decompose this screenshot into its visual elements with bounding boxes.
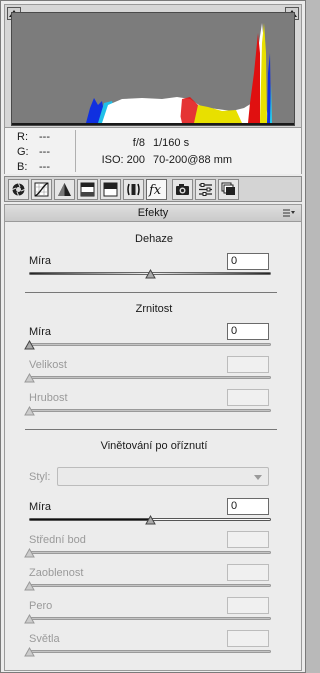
vignette-style-select[interactable] — [57, 467, 269, 486]
histogram-area — [4, 4, 302, 128]
basic-icon[interactable] — [8, 179, 29, 200]
histogram-chart — [11, 12, 295, 126]
snapshots-icon[interactable] — [218, 179, 239, 200]
info-divider — [75, 130, 76, 172]
b-value: --- — [39, 161, 50, 173]
grain-roughness-slider-thumb[interactable] — [24, 406, 35, 416]
r-value: --- — [39, 131, 50, 143]
vignette-midpoint-slider-thumb[interactable] — [24, 548, 35, 558]
vignette-roundness-label: Zaoblenost — [29, 567, 84, 579]
vignette-amount-slider-thumb[interactable] — [145, 515, 156, 525]
dehaze-amount-label: Míra — [29, 255, 51, 267]
vignette-highlights-slider-track[interactable] — [29, 650, 271, 653]
vignette-midpoint-field[interactable] — [227, 531, 269, 548]
g-label: G: — [17, 146, 29, 158]
grain-amount-label: Míra — [29, 326, 51, 338]
vignette-roundness-field[interactable] — [227, 564, 269, 581]
split-toning-icon[interactable] — [100, 179, 121, 200]
lens: 70-200@88 mm — [153, 154, 233, 166]
r-label: R: — [17, 131, 28, 143]
vignette-roundness-slider-track[interactable] — [29, 584, 271, 587]
vignette-amount-label: Míra — [29, 501, 51, 513]
dehaze-slider-thumb[interactable] — [145, 269, 156, 279]
histogram-graph — [12, 23, 294, 125]
panel-menu-icon[interactable] — [283, 209, 295, 217]
section-divider — [25, 429, 277, 430]
grain-size-field[interactable] — [227, 356, 269, 373]
aperture: f/8 — [132, 137, 145, 149]
vignette-highlights-slider-thumb[interactable] — [24, 647, 35, 657]
vignette-feather-field[interactable] — [227, 597, 269, 614]
grain-roughness-slider-track[interactable] — [29, 409, 271, 412]
vignette-feather-slider-thumb[interactable] — [24, 614, 35, 624]
grain-roughness-label: Hrubost — [29, 392, 68, 404]
vignette-amount-field[interactable]: 0 — [227, 498, 269, 515]
rgb-readout: R: --- G: --- B: --- — [17, 130, 61, 175]
grain-size-label: Velikost — [29, 359, 67, 371]
vignette-feather-slider-track[interactable] — [29, 617, 271, 620]
hsl-icon[interactable] — [77, 179, 98, 200]
vignette-midpoint-label: Střední bod — [29, 534, 86, 546]
g-value: --- — [39, 146, 50, 158]
vignette-highlights-field[interactable] — [227, 630, 269, 647]
detail-icon[interactable] — [54, 179, 75, 200]
vignette-style-label: Styl: — [29, 471, 51, 483]
effects-panel: Dehaze Míra 0 Zrnitost Míra 0 Velikost H… — [4, 222, 302, 671]
vignette-midpoint-slider-track[interactable] — [29, 551, 271, 554]
vignette-roundness-slider-thumb[interactable] — [24, 581, 35, 591]
vignette-highlights-label: Světla — [29, 633, 60, 645]
section-divider — [25, 292, 277, 293]
exif-info: f/8 1/160 s ISO: 200 70-200@88 mm — [97, 135, 232, 169]
presets-icon[interactable] — [195, 179, 216, 200]
shutter-speed: 1/160 s — [153, 137, 190, 149]
b-label: B: — [17, 161, 28, 173]
chevron-down-icon — [254, 475, 262, 480]
vignette-feather-label: Pero — [29, 600, 53, 612]
iso: ISO: 200 — [101, 154, 145, 166]
dehaze-amount-field[interactable]: 0 — [227, 253, 269, 270]
tone-curve-icon[interactable] — [31, 179, 52, 200]
effects-panel-window: R: --- G: --- B: --- f/8 1/160 s ISO: 200 70-… — [0, 0, 306, 673]
camera-calibration-icon[interactable] — [172, 179, 193, 200]
effects-icon[interactable]: fx — [146, 179, 167, 200]
vignette-section-title: Vinětování po oříznutí — [100, 440, 208, 452]
grain-amount-slider-track[interactable] — [29, 343, 271, 346]
grain-amount-slider-thumb[interactable] — [24, 340, 35, 350]
svg-text:fx: fx — [148, 183, 162, 197]
grain-amount-field[interactable]: 0 — [227, 323, 269, 340]
dehaze-section-title: Dehaze — [135, 233, 173, 245]
grain-section-title: Zrnitost — [135, 303, 173, 315]
panel-title: Efekty — [137, 207, 169, 219]
image-info: R: --- G: --- B: --- f/8 1/160 s ISO: 200 70-… — [4, 128, 302, 174]
grain-size-slider-track[interactable] — [29, 376, 271, 379]
panel-tabs-toolbar: fx — [4, 176, 302, 202]
grain-roughness-field[interactable] — [227, 389, 269, 406]
panel-header: Efekty — [4, 204, 302, 222]
lens-corrections-icon[interactable] — [123, 179, 144, 200]
grain-size-slider-thumb[interactable] — [24, 373, 35, 383]
